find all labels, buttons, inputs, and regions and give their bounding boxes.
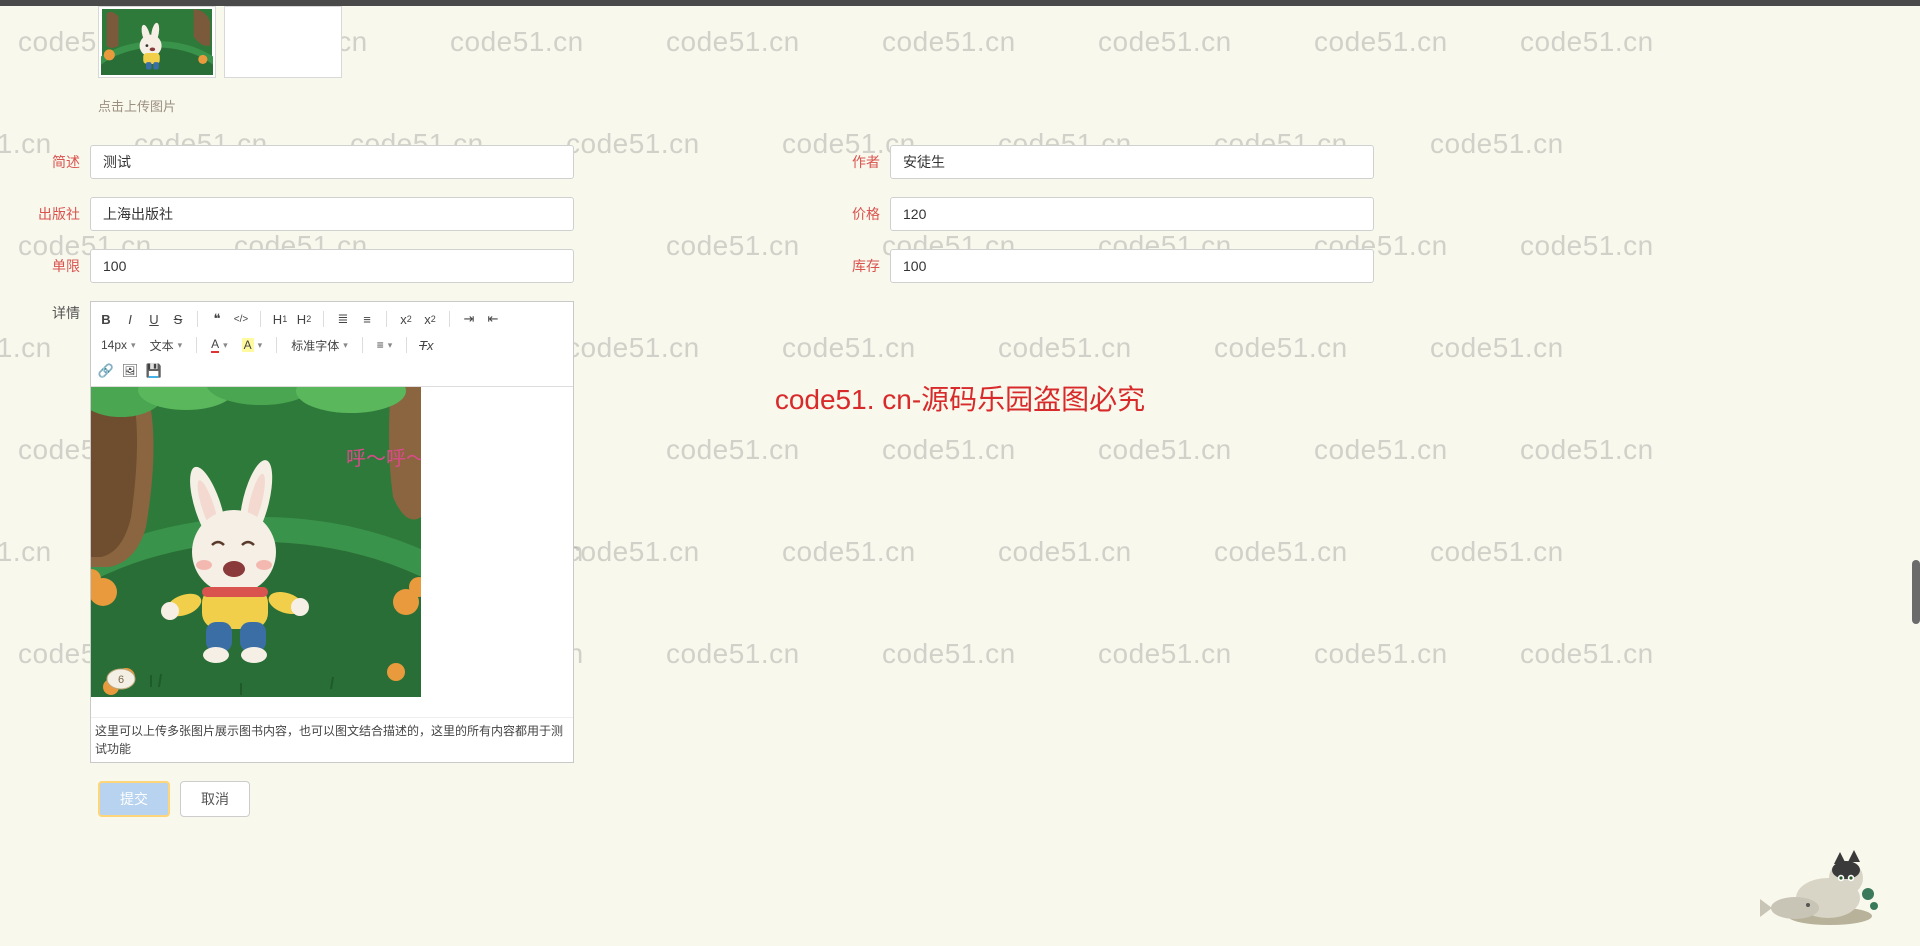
bold-button[interactable]: B xyxy=(97,309,115,329)
detail-label: 详情 xyxy=(0,301,90,323)
price-label: 价格 xyxy=(800,204,890,224)
underline-button[interactable]: U xyxy=(145,309,163,329)
align-select[interactable]: ≡▾ xyxy=(373,338,397,352)
form: 点击上传图片 简述 作者 出版社 价格 单限 库存 xyxy=(0,6,1920,857)
image-button[interactable]: 🖼 xyxy=(121,361,139,381)
bunny-illustration-icon xyxy=(101,9,213,75)
stock-input[interactable] xyxy=(890,249,1374,283)
editor-toolbar: B I U S ❝ </> H1 H2 ≣ ≡ x2 xyxy=(91,302,573,387)
rich-text-editor: B I U S ❝ </> H1 H2 ≣ ≡ x2 xyxy=(90,301,574,763)
author-label: 作者 xyxy=(800,152,890,172)
brief-label: 简述 xyxy=(0,152,90,172)
quote-button[interactable]: ❝ xyxy=(208,309,226,329)
ordered-list-button[interactable]: ≣ xyxy=(334,309,352,329)
submit-button[interactable]: 提交 xyxy=(98,781,170,817)
outdent-button[interactable]: ⇤ xyxy=(484,309,502,329)
brief-input[interactable] xyxy=(90,145,574,179)
paragraph-select[interactable]: 文本▾ xyxy=(146,337,187,354)
publisher-label: 出版社 xyxy=(0,204,90,224)
thumbnail-1[interactable] xyxy=(98,6,216,78)
text-color-button[interactable]: A▾ xyxy=(207,337,232,353)
editor-content-illustration: 呼～呼～呼 xyxy=(91,387,421,697)
italic-button[interactable]: I xyxy=(121,309,139,329)
h2-button[interactable]: H2 xyxy=(295,309,313,329)
cancel-button[interactable]: 取消 xyxy=(180,781,250,817)
publisher-input[interactable] xyxy=(90,197,574,231)
price-input[interactable] xyxy=(890,197,1374,231)
limit-label: 单限 xyxy=(0,256,90,276)
font-family-select[interactable]: 标准字体▾ xyxy=(287,337,352,354)
strike-button[interactable]: S xyxy=(169,309,187,329)
stock-label: 库存 xyxy=(800,256,890,276)
limit-input[interactable] xyxy=(90,249,574,283)
mascot-icon xyxy=(1750,846,1880,926)
subscript-button[interactable]: x2 xyxy=(397,309,415,329)
editor-footer-text: 这里可以上传多张图片展示图书内容，也可以图文结合描述的，这里的所有内容都用于测试… xyxy=(91,717,573,762)
button-row: 提交 取消 xyxy=(98,781,1920,817)
thumbnail-row xyxy=(0,6,1920,78)
thumbnail-2-empty[interactable] xyxy=(224,6,342,78)
svg-text:呼～呼～呼: 呼～呼～呼 xyxy=(346,447,421,470)
superscript-button[interactable]: x2 xyxy=(421,309,439,329)
indent-button[interactable]: ⇥ xyxy=(460,309,478,329)
h1-button[interactable]: H1 xyxy=(271,309,289,329)
author-input[interactable] xyxy=(890,145,1374,179)
save-button[interactable]: 💾 xyxy=(145,361,163,381)
upload-hint[interactable]: 点击上传图片 xyxy=(0,78,1920,145)
editor-body[interactable]: 呼～呼～呼 xyxy=(91,387,573,717)
link-button[interactable]: 🔗 xyxy=(97,361,115,381)
unordered-list-button[interactable]: ≡ xyxy=(358,309,376,329)
svg-text:6: 6 xyxy=(118,674,124,686)
code-button[interactable]: </> xyxy=(232,309,250,329)
font-size-select[interactable]: 14px▾ xyxy=(97,338,140,352)
highlight-color-button[interactable]: A▾ xyxy=(238,338,267,352)
clear-format-button[interactable]: Tx xyxy=(417,335,435,355)
